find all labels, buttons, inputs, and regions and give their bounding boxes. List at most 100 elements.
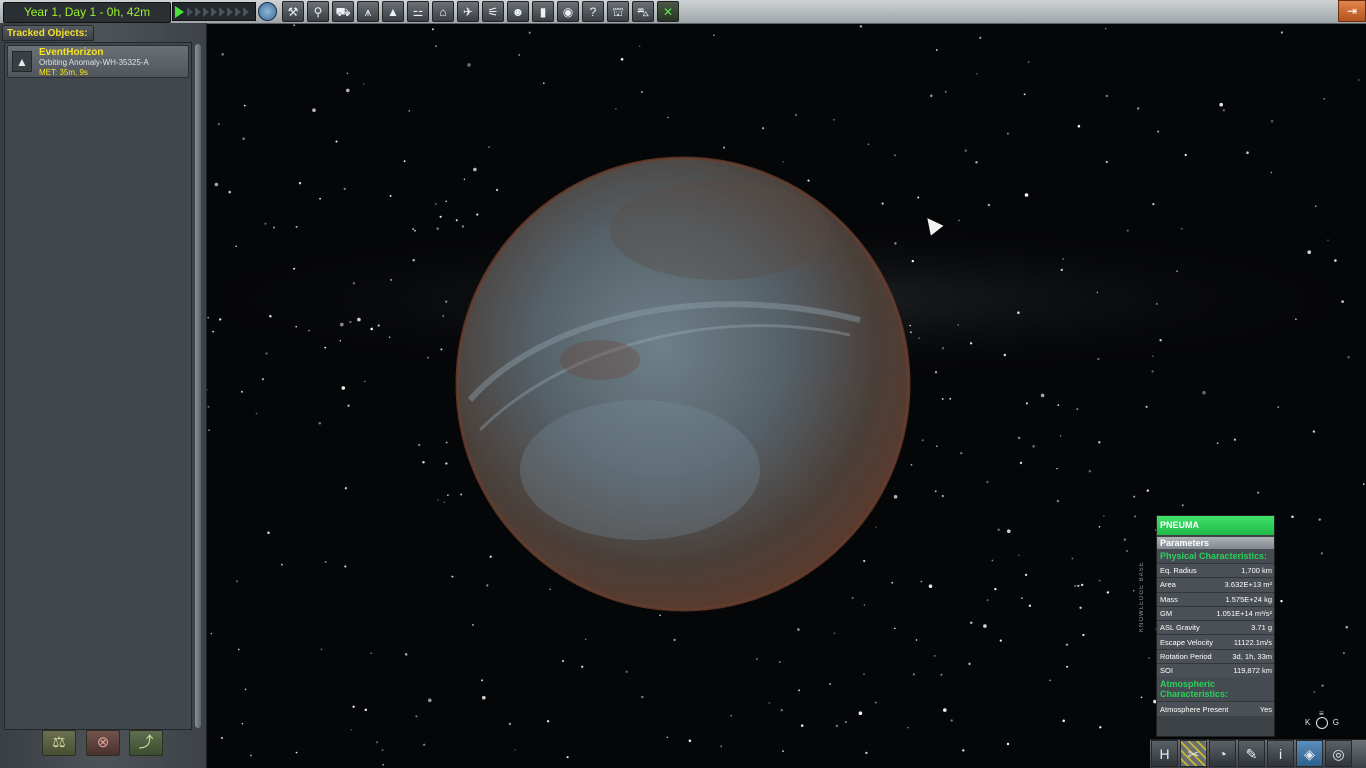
unknown-object-filter-button[interactable]: ◉ bbox=[557, 1, 579, 22]
warp-to-here-button[interactable] bbox=[258, 2, 277, 21]
star bbox=[496, 188, 499, 191]
star bbox=[863, 559, 866, 563]
warp-chevron-icon[interactable] bbox=[211, 6, 217, 17]
list-item[interactable]: ▲ EventHorizon Orbiting Anomaly-WH-35325… bbox=[7, 45, 189, 78]
view-gizmo[interactable]: ≡ K G bbox=[1305, 709, 1339, 737]
time-warp-control[interactable] bbox=[172, 2, 256, 21]
star bbox=[1277, 406, 1280, 409]
star bbox=[987, 203, 991, 207]
star bbox=[1104, 27, 1107, 30]
star bbox=[782, 750, 784, 753]
debris-filter-button[interactable]: ⚒ bbox=[282, 1, 304, 22]
star bbox=[439, 215, 442, 218]
star bbox=[463, 178, 466, 181]
warp-chevron-icon[interactable] bbox=[219, 6, 225, 17]
table-row: Atmosphere Present Yes bbox=[1157, 701, 1274, 716]
truck-filter-button[interactable]: ⛍ bbox=[632, 1, 654, 22]
signal-icon: ◎ bbox=[1332, 746, 1345, 762]
row-label: ASL Gravity bbox=[1160, 623, 1200, 633]
star bbox=[958, 219, 960, 222]
flag-filter-button[interactable]: ▮ bbox=[532, 1, 554, 22]
gizmo-right: G bbox=[1332, 718, 1339, 727]
star bbox=[1024, 573, 1028, 577]
knowledge-base-side-tab[interactable]: KNOWLEDGE BASE bbox=[1139, 552, 1153, 632]
edit-button[interactable]: ✎ bbox=[1238, 740, 1265, 767]
scrollbar-thumb[interactable] bbox=[195, 44, 201, 728]
star bbox=[542, 82, 545, 85]
star bbox=[1270, 120, 1274, 123]
row-value: 11122.1m/s bbox=[1233, 637, 1272, 647]
star bbox=[918, 337, 920, 340]
star bbox=[833, 632, 836, 635]
clock-button[interactable]: ◔ bbox=[1209, 740, 1236, 767]
star bbox=[431, 28, 434, 31]
star bbox=[723, 146, 726, 149]
star bbox=[1140, 696, 1143, 699]
probe-filter-button[interactable]: ⚲ bbox=[307, 1, 329, 22]
star bbox=[408, 110, 410, 112]
help-filter-button[interactable]: ? bbox=[582, 1, 604, 22]
base-filter-button[interactable]: ⌂ bbox=[432, 1, 454, 22]
star bbox=[1159, 339, 1162, 342]
planet-pneuma[interactable] bbox=[455, 156, 911, 612]
warp-chevron-icon[interactable] bbox=[243, 6, 249, 17]
lander-filter-button[interactable]: ⩚ bbox=[357, 1, 379, 22]
eva-filter-button[interactable]: ☻ bbox=[507, 1, 529, 22]
star bbox=[352, 705, 355, 708]
star bbox=[341, 386, 346, 390]
building-filter-button[interactable]: ⛫ bbox=[607, 1, 629, 22]
star bbox=[412, 259, 415, 262]
star bbox=[1126, 550, 1128, 552]
star bbox=[983, 624, 987, 628]
warp-chevron-icon[interactable] bbox=[203, 6, 209, 17]
tracked-objects-tab[interactable]: Tracked Objects: bbox=[2, 25, 94, 41]
h-button[interactable]: H bbox=[1151, 740, 1178, 767]
warp-chevron-icon[interactable] bbox=[235, 6, 241, 17]
star bbox=[1049, 679, 1051, 682]
ship-filter-button[interactable]: ▲ bbox=[382, 1, 404, 22]
station-filter-button[interactable]: ⚍ bbox=[407, 1, 429, 22]
star bbox=[467, 63, 471, 67]
star bbox=[1327, 239, 1329, 241]
star bbox=[1157, 130, 1160, 133]
list-scrollbar[interactable] bbox=[195, 44, 201, 728]
star bbox=[999, 639, 1002, 642]
atmospheric-heading: Atmospheric Characteristics: bbox=[1157, 677, 1274, 702]
body-name: PNEUMA bbox=[1157, 516, 1274, 535]
star bbox=[1071, 557, 1074, 560]
tracked-objects-list: ▲ EventHorizon Orbiting Anomaly-WH-35325… bbox=[4, 42, 192, 730]
star bbox=[1056, 499, 1060, 503]
table-row: Mass 1.575E+24 kg bbox=[1157, 591, 1274, 606]
delete-button[interactable]: ⊗ bbox=[86, 730, 120, 756]
star bbox=[1105, 160, 1108, 164]
exit-button[interactable]: ⇥ bbox=[1338, 0, 1366, 22]
warp-chevron-icon[interactable] bbox=[227, 6, 233, 17]
kerbnet-button[interactable]: ◈ bbox=[1296, 740, 1323, 767]
star bbox=[950, 719, 953, 722]
star bbox=[1345, 625, 1348, 629]
star bbox=[382, 763, 385, 766]
fly-button[interactable]: ⚖ bbox=[42, 730, 76, 756]
star bbox=[1291, 515, 1294, 518]
signal-button[interactable]: ◎ bbox=[1325, 740, 1352, 767]
star bbox=[514, 749, 517, 751]
warp-chevron-icon[interactable] bbox=[187, 6, 193, 17]
star bbox=[1099, 726, 1102, 729]
star bbox=[863, 673, 865, 676]
info-button[interactable]: i bbox=[1267, 740, 1294, 767]
rover-filter-button[interactable]: ⛟ bbox=[332, 1, 354, 22]
relay-filter-button[interactable]: ⚟ bbox=[482, 1, 504, 22]
toggle-all-filter-button[interactable]: ✕ bbox=[657, 1, 679, 22]
plane-filter-button[interactable]: ✈ bbox=[457, 1, 479, 22]
warp-chevron-icon[interactable] bbox=[195, 6, 201, 17]
star bbox=[242, 137, 245, 140]
play-icon[interactable] bbox=[175, 5, 184, 18]
recover-button[interactable]: ⤴ bbox=[129, 730, 163, 756]
parameters-header[interactable]: Parameters bbox=[1157, 537, 1274, 549]
star bbox=[891, 581, 894, 584]
star bbox=[261, 377, 265, 381]
table-row: Eq. Radius 1,700 km bbox=[1157, 563, 1274, 578]
tools-button[interactable]: ✂ bbox=[1180, 740, 1207, 767]
star bbox=[730, 714, 732, 717]
star bbox=[875, 526, 877, 528]
